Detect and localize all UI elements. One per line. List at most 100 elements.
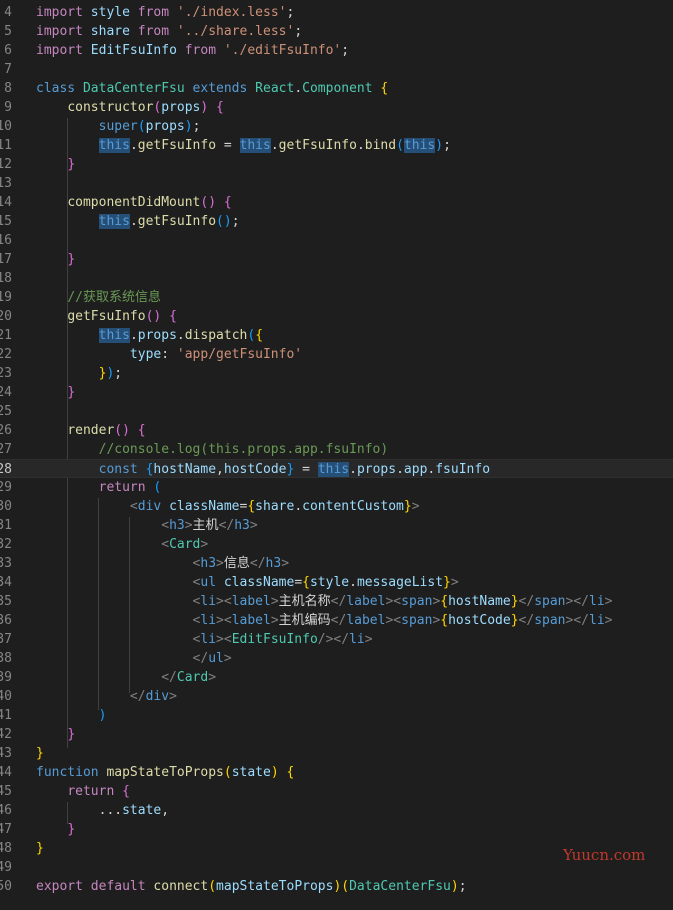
code-line[interactable]: 39 </Card> xyxy=(0,668,673,687)
code-token: this xyxy=(317,462,350,477)
code-line[interactable]: 19 //获取系统信息 xyxy=(0,288,673,307)
line-number: 25 xyxy=(0,404,12,419)
line-number: 35 xyxy=(0,594,12,609)
code-token: { xyxy=(440,613,449,628)
code-token: = xyxy=(216,138,240,153)
code-line[interactable]: 4 import style from './index.less'; xyxy=(0,3,673,22)
code-line[interactable]: 42 } xyxy=(0,725,673,744)
code-token: . xyxy=(294,499,303,514)
code-token: span xyxy=(534,613,566,628)
line-number: 24 xyxy=(0,385,12,400)
code-line[interactable]: 22 type: 'app/getFsuInfo' xyxy=(0,345,673,364)
code-line[interactable]: 13 xyxy=(0,174,673,193)
line-number: 9 xyxy=(4,100,12,115)
code-line[interactable]: 30 <div className={share.contentCustom}> xyxy=(0,497,673,516)
code-line[interactable]: 25 xyxy=(0,402,673,421)
code-token: props xyxy=(161,100,201,115)
code-token: >< xyxy=(385,594,402,609)
code-token: getFsuInfo xyxy=(67,309,146,324)
code-line[interactable]: 35 <li><label>主机名称</label><span>{hostNam… xyxy=(0,592,673,611)
code-token: </ xyxy=(192,651,209,666)
code-line[interactable]: 5 import share from '../share.less'; xyxy=(0,22,673,41)
code-line[interactable]: 33 <h3>信息</h3> xyxy=(0,554,673,573)
code-token: > xyxy=(184,518,193,533)
code-line[interactable]: 15 this.getFsuInfo(); xyxy=(0,212,673,231)
code-line[interactable]: 50 export default connect(mapStateToProps… xyxy=(0,877,673,896)
code-line[interactable]: 16 xyxy=(0,231,673,250)
code-line[interactable]: 34 <ul className={style.messageList}> xyxy=(0,573,673,592)
code-line[interactable]: 37 <li><EditFsuInfo/></li> xyxy=(0,630,673,649)
code-token: </ xyxy=(161,670,177,685)
code-line[interactable]: 47 } xyxy=(0,820,673,839)
code-token: } xyxy=(510,613,519,628)
code-line[interactable]: 20 getFsuInfo() { xyxy=(0,307,673,326)
code-line[interactable]: 36 <li><label>主机编码</label><span>{hostCod… xyxy=(0,611,673,630)
code-token: const xyxy=(98,462,146,477)
code-token: style xyxy=(309,575,350,590)
code-token: > xyxy=(364,632,373,647)
code-token: import xyxy=(36,5,91,20)
code-token: ) xyxy=(184,119,193,134)
code-token: share xyxy=(255,499,295,514)
code-line[interactable]: 27 //console.log(this.props.app.fsuInfo) xyxy=(0,440,673,459)
code-line[interactable]: 38 </ul> xyxy=(0,649,673,668)
code-line[interactable]: 28 const {hostName,hostCode} = this.prop… xyxy=(0,459,673,478)
code-token: . xyxy=(349,462,357,477)
code-line[interactable]: 26 render() { xyxy=(0,421,673,440)
code-line[interactable]: 18 xyxy=(0,269,673,288)
line-code: <li><EditFsuInfo/></li> xyxy=(36,630,373,649)
code-line[interactable]: 43} xyxy=(0,744,673,763)
code-line[interactable]: 32 <Card> xyxy=(0,535,673,554)
code-token: ; xyxy=(341,43,350,58)
code-token: . xyxy=(129,214,138,229)
code-line[interactable]: 11 this.getFsuInfo = this.getFsuInfo.bin… xyxy=(0,136,673,155)
line-number: 44 xyxy=(0,765,12,780)
code-line[interactable]: 10 super(props); xyxy=(0,117,673,136)
line-number: 48 xyxy=(0,841,12,856)
code-line[interactable]: 31 <h3>主机</h3> xyxy=(0,516,673,535)
code-line[interactable]: 12 } xyxy=(0,155,673,174)
code-token: h3 xyxy=(169,518,185,533)
line-number: 49 xyxy=(0,860,12,875)
code-line[interactable]: 40 </div> xyxy=(0,687,673,706)
code-line[interactable]: 6 import EditFsuInfo from './editFsuInfo'… xyxy=(0,41,673,60)
code-token: className xyxy=(223,575,295,590)
code-line[interactable]: 14 componentDidMount() { xyxy=(0,193,673,212)
code-token: React xyxy=(255,81,295,96)
code-token: props xyxy=(137,328,177,343)
code-line[interactable]: 45 return { xyxy=(0,782,673,801)
line-number: 18 xyxy=(0,271,12,286)
code-token: < xyxy=(129,499,138,514)
line-code: </ul> xyxy=(36,649,232,668)
code-token: //console.log(this.props.app.fsuInfo) xyxy=(98,442,389,457)
code-token: getFsuInfo xyxy=(137,138,217,153)
code-token: this xyxy=(239,138,271,153)
code-line[interactable]: 41 ) xyxy=(0,706,673,725)
code-token: contentCustom xyxy=(302,499,404,514)
code-line[interactable]: 29 return ( xyxy=(0,478,673,497)
line-code: componentDidMount() { xyxy=(36,193,231,212)
line-number: 14 xyxy=(0,195,12,210)
code-line[interactable]: 24 } xyxy=(0,383,673,402)
code-editor[interactable]: 4 import style from './index.less'; 5 impor… xyxy=(0,0,673,910)
code-token: > xyxy=(281,556,290,571)
code-line[interactable]: 46 ...state, xyxy=(0,801,673,820)
code-token: state xyxy=(231,765,271,780)
code-line[interactable]: 17 } xyxy=(0,250,673,269)
code-line[interactable]: 7 xyxy=(0,60,673,79)
code-line[interactable]: 44 function mapStateToProps(state) { xyxy=(0,763,673,782)
code-line[interactable]: 8 class DataCenterFsu extends React.Compo… xyxy=(0,79,673,98)
line-code: </Card> xyxy=(36,668,216,687)
code-line[interactable]: 21 this.props.dispatch({ xyxy=(0,326,673,345)
code-line[interactable]: 9 constructor(props) { xyxy=(0,98,673,117)
code-token: constructor xyxy=(67,100,154,115)
code-token: EditFsuInfo xyxy=(231,632,318,647)
code-line[interactable]: 23 }); xyxy=(0,364,673,383)
code-token: () xyxy=(114,423,130,438)
code-token: { xyxy=(216,100,224,115)
